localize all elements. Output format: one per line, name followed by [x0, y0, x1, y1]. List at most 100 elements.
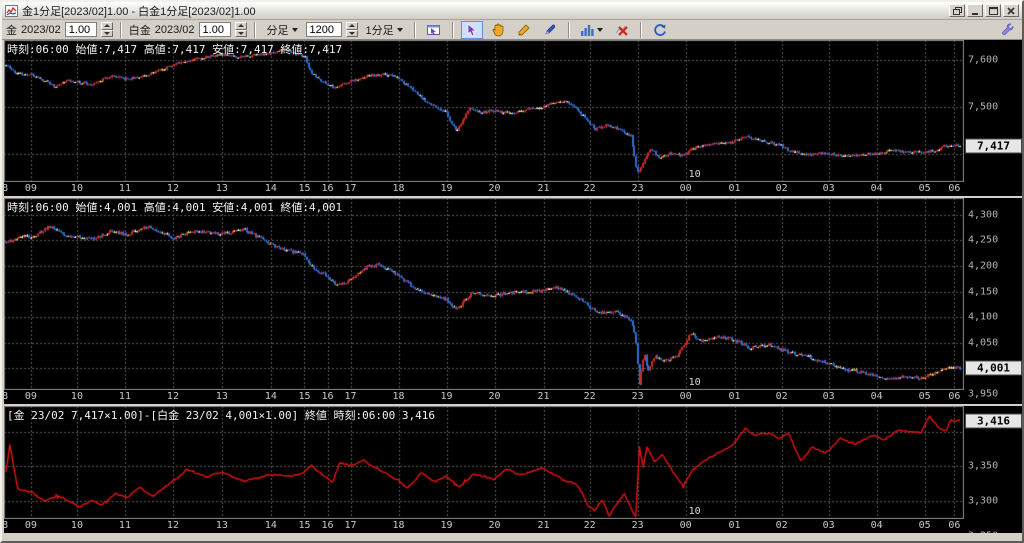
platinum-multiplier-input[interactable]: 1.00 — [199, 22, 231, 37]
x-axis-label: 06 — [948, 520, 960, 531]
float-window-button[interactable] — [949, 4, 965, 17]
indicator-histogram-button[interactable] — [577, 21, 607, 39]
spread-y-axis: 3,3503,3003,2503,416 — [964, 406, 1024, 533]
x-axis-label: 01 — [729, 391, 741, 402]
x-axis-label: 05 — [919, 391, 931, 402]
x-axis-label: 22 — [584, 391, 596, 402]
settings-wrench-button[interactable] — [996, 21, 1018, 39]
cursor-tool-button[interactable] — [461, 21, 483, 39]
charts-container: 時刻:06:00 始値:7,417 高値:7,417 安値:7,417 終値:7… — [4, 40, 1024, 535]
gold-multiplier-input[interactable]: 1.00 — [65, 22, 97, 37]
x-axis-label: 19 — [441, 391, 453, 402]
bar-count-stepper[interactable] — [346, 22, 358, 37]
x-axis-label: 17 — [345, 391, 357, 402]
hand-pan-button[interactable] — [487, 21, 509, 39]
x-axis-label: 04 — [871, 183, 883, 194]
gold-multiplier-stepper[interactable] — [101, 22, 113, 37]
x-axis-label: 16 — [321, 391, 333, 402]
x-axis-label: 23 — [632, 520, 644, 531]
toolbar-separator — [568, 22, 570, 38]
toolbar-separator — [254, 22, 256, 38]
window-bottom-frame — [4, 535, 1024, 543]
toolbar-separator — [414, 22, 416, 38]
delete-chart-button[interactable] — [611, 21, 633, 39]
x-axis-label: 11 — [119, 520, 131, 531]
x-axis-label: 18 — [393, 391, 405, 402]
wrench-icon — [1001, 23, 1014, 36]
platinum-multiplier-stepper[interactable] — [235, 22, 247, 37]
x-axis-label: 22 — [584, 183, 596, 194]
y-axis-label: 4,150 — [968, 286, 998, 297]
y-axis-label: 3,350 — [968, 461, 998, 472]
pen-icon — [543, 23, 557, 37]
x-axis-label: 14 — [265, 183, 277, 194]
date-change-label: 10 — [689, 377, 701, 388]
bar-count-input[interactable]: 1200 — [306, 22, 342, 37]
x-axis-label: 14 — [265, 391, 277, 402]
y-axis-label: 4,250 — [968, 235, 998, 246]
x-axis-label: 15 — [298, 391, 310, 402]
toolbar: 金 2023/02 1.00 白金 2023/02 1.00 分足 1200 1… — [2, 20, 1022, 40]
close-button[interactable] — [1003, 4, 1019, 17]
chart-panel-platinum: 時刻:06:00 始値:4,001 高値:4,001 安値:4,001 終値:4… — [4, 198, 1024, 404]
x-axis-label: 04 — [871, 520, 883, 531]
platinum-x-axis: 0809101112131415161718192021222300010203… — [4, 390, 964, 404]
y-axis-label: 3,300 — [968, 495, 998, 506]
x-axis-label: 03 — [823, 183, 835, 194]
spread-info: [金 23/02 7,417×1.00]-[白金 23/02 4,001×1.0… — [7, 407, 435, 423]
gold-ohlc-info: 時刻:06:00 始値:7,417 高値:7,417 安値:7,417 終値:7… — [7, 41, 342, 57]
x-axis-label: 21 — [537, 520, 549, 531]
minimize-button[interactable] — [967, 4, 983, 17]
x-axis-label: 21 — [537, 391, 549, 402]
x-axis-label: 04 — [871, 391, 883, 402]
x-axis-label: 16 — [321, 520, 333, 531]
pencil-draw-button[interactable] — [513, 21, 535, 39]
refresh-icon — [653, 23, 667, 37]
interval-dropdown[interactable]: 1分足 — [362, 20, 407, 40]
bar-type-dropdown[interactable]: 分足 — [263, 20, 302, 40]
hand-icon — [491, 23, 505, 37]
cursor-icon — [466, 23, 478, 37]
chevron-down-icon — [397, 28, 403, 32]
maximize-button[interactable] — [985, 4, 1001, 17]
spread-x-axis: 0809101112131415161718192021222300010203… — [4, 519, 964, 533]
x-axis-label: 20 — [489, 183, 501, 194]
title-bar: 金1分足[2023/02]1.00 - 白金1分足[2023/02]1.00 — [2, 2, 1022, 20]
platinum-ohlc-info: 時刻:06:00 始値:4,001 高値:4,001 安値:4,001 終値:4… — [7, 199, 342, 215]
y-axis-label: 7,300 — [968, 195, 998, 196]
x-axis-label: 16 — [321, 183, 333, 194]
x-axis-label: 05 — [919, 183, 931, 194]
x-axis-label: 05 — [919, 520, 931, 531]
x-axis-label: 22 — [584, 520, 596, 531]
y-axis-label: 3,950 — [968, 389, 998, 400]
gold-contract-month: 2023/02 — [21, 24, 61, 36]
x-axis-label: 14 — [265, 520, 277, 531]
pen-annotate-button[interactable] — [539, 21, 561, 39]
x-axis-label: 23 — [632, 391, 644, 402]
refresh-button[interactable] — [649, 21, 671, 39]
gold-candlestick-plot[interactable] — [4, 40, 964, 182]
platinum-contract-month: 2023/02 — [155, 24, 195, 36]
y-axis-label: 4,100 — [968, 312, 998, 323]
x-axis-label: 21 — [537, 183, 549, 194]
gold-y-axis: 7,6007,5007,3007,417 — [964, 40, 1024, 196]
x-axis-label: 15 — [298, 183, 310, 194]
x-axis-label: 10 — [71, 520, 83, 531]
x-axis-label: 13 — [216, 391, 228, 402]
x-axis-label: 12 — [167, 391, 179, 402]
x-axis-label: 03 — [823, 391, 835, 402]
chart-region-select-button[interactable] — [423, 21, 445, 39]
y-axis-label: 7,600 — [968, 54, 998, 65]
platinum-candlestick-plot[interactable] — [4, 198, 964, 390]
y-axis-label: 4,050 — [968, 337, 998, 348]
x-axis-label: 13 — [216, 520, 228, 531]
x-axis-label: 17 — [345, 520, 357, 531]
x-axis-label: 09 — [25, 520, 37, 531]
x-axis-label: 00 — [680, 520, 692, 531]
x-axis-label: 02 — [776, 391, 788, 402]
x-axis-label: 00 — [680, 391, 692, 402]
x-axis-label: 08 — [4, 183, 8, 194]
toolbar-separator — [120, 22, 122, 38]
x-axis-label: 02 — [776, 520, 788, 531]
x-axis-label: 12 — [167, 520, 179, 531]
